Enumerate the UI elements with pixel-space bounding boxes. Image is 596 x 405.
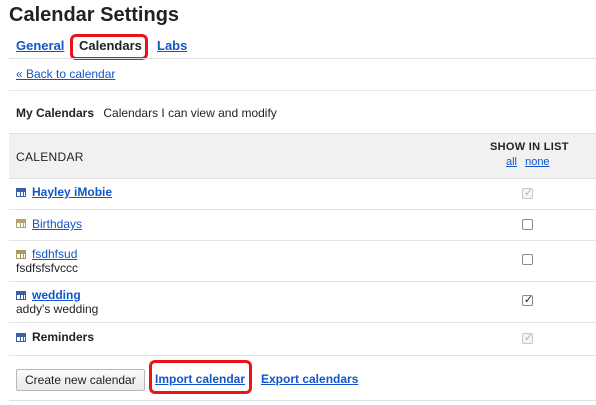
import-calendar-highlight <box>149 360 252 394</box>
calendars-tab-highlight <box>70 34 148 60</box>
calendar-grid-icon <box>16 250 26 259</box>
table-row: Hayley iMobie ✓ <box>9 178 596 210</box>
tab-general[interactable]: General <box>16 38 64 53</box>
table-header: CALENDAR SHOW IN LIST all none <box>9 133 596 179</box>
divider <box>9 90 596 91</box>
column-header-calendar: CALENDAR <box>16 150 84 164</box>
show-all-link[interactable]: all <box>506 156 517 168</box>
show-in-list-checkbox[interactable]: ✓ <box>522 332 533 344</box>
show-toggle-links: all none <box>506 156 555 168</box>
calendar-description: fsdfsfsfvccc <box>16 261 79 275</box>
table-row: fsdhfsud fsdfsfsfvccc <box>9 240 596 282</box>
my-calendars-header: My Calendars Calendars I can view and mo… <box>16 106 277 120</box>
section-description: Calendars I can view and modify <box>103 106 277 120</box>
divider <box>9 58 596 59</box>
create-new-calendar-button[interactable]: Create new calendar <box>16 369 145 391</box>
calendar-grid-icon <box>16 333 26 342</box>
table-row: Birthdays <box>9 209 596 241</box>
calendar-name-link[interactable]: wedding <box>32 288 81 302</box>
show-none-link[interactable]: none <box>525 156 549 168</box>
calendar-name-link[interactable]: Birthdays <box>32 217 82 231</box>
calendar-grid-icon <box>16 219 26 228</box>
section-title: My Calendars <box>16 106 95 120</box>
show-in-list-checkbox[interactable]: ✓ <box>522 294 533 306</box>
show-in-list-checkbox[interactable] <box>522 219 533 230</box>
page-title: Calendar Settings <box>9 4 180 26</box>
table-row: Reminders ✓ <box>9 322 596 356</box>
calendar-description: addy's wedding <box>16 302 99 316</box>
tab-labs[interactable]: Labs <box>157 38 187 53</box>
back-to-calendar-link[interactable]: « Back to calendar <box>16 67 115 81</box>
divider <box>9 400 596 401</box>
show-in-list-checkbox[interactable]: ✓ <box>522 187 533 199</box>
export-calendars-link[interactable]: Export calendars <box>261 372 358 386</box>
calendar-name: Reminders <box>32 330 95 344</box>
column-header-show-in-list: SHOW IN LIST <box>490 141 569 153</box>
calendar-name-link[interactable]: fsdhfsud <box>32 247 77 261</box>
calendar-grid-icon <box>16 291 26 300</box>
calendar-grid-icon <box>16 188 26 197</box>
calendar-name-link[interactable]: Hayley iMobie <box>32 185 112 199</box>
show-in-list-checkbox[interactable] <box>522 254 533 265</box>
table-row: wedding addy's wedding ✓ <box>9 281 596 323</box>
